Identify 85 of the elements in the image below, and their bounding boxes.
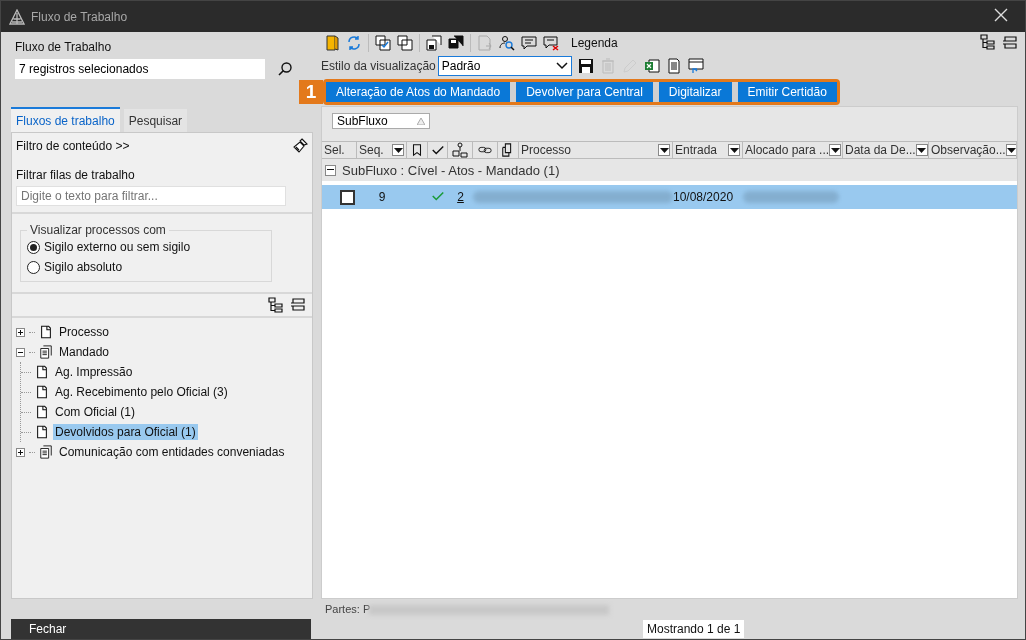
list-view-icon[interactable]: [290, 297, 306, 313]
options-group: Visualizar processos com Sigilo externo ou sem sigilo Sigilo absoluto: [20, 223, 272, 282]
action-button[interactable]: Devolver para Central: [516, 82, 653, 102]
row-checkbox[interactable]: [340, 189, 355, 205]
table-row[interactable]: 9 2 10/08/2020: [322, 185, 1017, 209]
window-title: Fluxo de Trabalho: [31, 9, 128, 24]
brush-icon[interactable]: [292, 138, 308, 154]
column-header[interactable]: Entrada: [675, 143, 718, 157]
tree-item[interactable]: Ag. Recebimento pelo Oficial (3): [53, 384, 230, 400]
search-user-icon[interactable]: [499, 35, 515, 51]
folder-icon[interactable]: [324, 35, 340, 51]
comment-icon[interactable]: [521, 35, 537, 51]
legend-link[interactable]: Legenda: [571, 36, 618, 50]
list-view-icon[interactable]: [1002, 35, 1018, 51]
document-icon: [35, 404, 49, 420]
save-copy-icon[interactable]: [426, 35, 442, 51]
chevron-down-icon[interactable]: [555, 62, 568, 70]
tree-view-icon[interactable]: [980, 33, 996, 50]
hierarchy-icon: [452, 142, 468, 158]
delete-comment-icon[interactable]: [543, 35, 559, 51]
tree-item[interactable]: Comunicação com entidades conveniadas: [57, 444, 287, 460]
table-cell: 9: [378, 190, 386, 204]
action-button[interactable]: Digitalizar: [658, 82, 732, 102]
check-icon: [430, 143, 445, 157]
filter-icon[interactable]: [1005, 144, 1016, 156]
filter-icon[interactable]: [658, 144, 670, 156]
refresh-icon[interactable]: [346, 35, 362, 51]
column-header[interactable]: Alocado para ...: [745, 143, 830, 157]
filter-icon[interactable]: [915, 144, 928, 156]
group-by-chip[interactable]: SubFluxo: [332, 113, 430, 129]
save-icon[interactable]: [577, 58, 594, 74]
status-text: Mostrando 1 de 1: [643, 620, 745, 638]
select-all-icon[interactable]: [375, 35, 391, 51]
filter-icon[interactable]: [392, 144, 404, 156]
column-header[interactable]: Data da De...: [845, 143, 916, 157]
filter-icon[interactable]: [829, 144, 842, 156]
tree-item[interactable]: Ag. Impressão: [53, 364, 135, 380]
table-cell-text: 10/08/2020: [673, 190, 735, 204]
windows-icon[interactable]: [397, 35, 413, 51]
field-label: Filtrar filas de trabalho: [16, 168, 136, 182]
field-label: Fluxo de Trabalho: [15, 40, 112, 54]
expander-icon[interactable]: [16, 327, 25, 337]
documents-icon: [39, 344, 53, 360]
tree-item[interactable]: Devolvidos para Oficial (1): [53, 424, 198, 440]
tree-view-icon[interactable]: [268, 297, 284, 313]
document-list-icon[interactable]: [665, 58, 682, 74]
save-all-icon[interactable]: [448, 35, 464, 51]
documents-icon: [39, 444, 53, 460]
app-logo-icon: [9, 8, 25, 25]
tree-item[interactable]: Mandado: [57, 344, 112, 360]
close-button[interactable]: Fechar: [11, 619, 311, 639]
collapse-icon[interactable]: [325, 164, 336, 176]
process-link[interactable]: 2: [457, 190, 464, 204]
document-icon: [35, 384, 49, 400]
document-icon: [39, 324, 53, 340]
radio-option[interactable]: Sigilo externo ou sem sigilo: [27, 237, 191, 257]
field-label: Estilo da visualização: [321, 59, 436, 73]
document-icon: [35, 424, 49, 440]
column-header[interactable]: Observação...: [931, 143, 1006, 157]
column-header[interactable]: Processo: [521, 143, 572, 157]
search-icon[interactable]: [277, 61, 293, 77]
tab[interactable]: Pesquisar: [123, 109, 188, 132]
filter-field[interactable]: Digite o texto para filtrar...: [16, 186, 286, 206]
tab[interactable]: Fluxos de trabalho: [11, 107, 120, 132]
action-button[interactable]: Emitir Certidão: [737, 82, 837, 102]
action-button[interactable]: Alteração de Atos do Mandado: [326, 82, 511, 102]
step-badge: 1: [299, 80, 323, 104]
document-icon: [35, 364, 49, 380]
import-icon[interactable]: [687, 58, 704, 74]
tree-item[interactable]: Processo: [57, 324, 112, 340]
excel-icon[interactable]: [643, 58, 660, 74]
style-dropdown[interactable]: Padrão: [437, 56, 572, 76]
column-header[interactable]: Sel.: [324, 143, 345, 157]
group-header: SubFluxo : Cível - Atos - Mandado (1): [342, 162, 560, 178]
column-header[interactable]: Seq.: [359, 143, 384, 157]
expander-icon[interactable]: [16, 347, 25, 357]
tree-item[interactable]: Com Oficial (1): [53, 404, 137, 420]
filter-toggle[interactable]: Filtro de conteúdo >>: [16, 139, 130, 153]
parties-label: Partes: P: [325, 603, 371, 615]
workflow-field[interactable]: 7 registros selecionados: [15, 59, 265, 79]
bookmark-icon: [410, 143, 424, 157]
radio-option[interactable]: Sigilo absoluto: [27, 257, 123, 277]
close-icon[interactable]: [993, 7, 1009, 23]
expander-icon[interactable]: [16, 447, 25, 457]
filter-icon[interactable]: [728, 144, 740, 156]
